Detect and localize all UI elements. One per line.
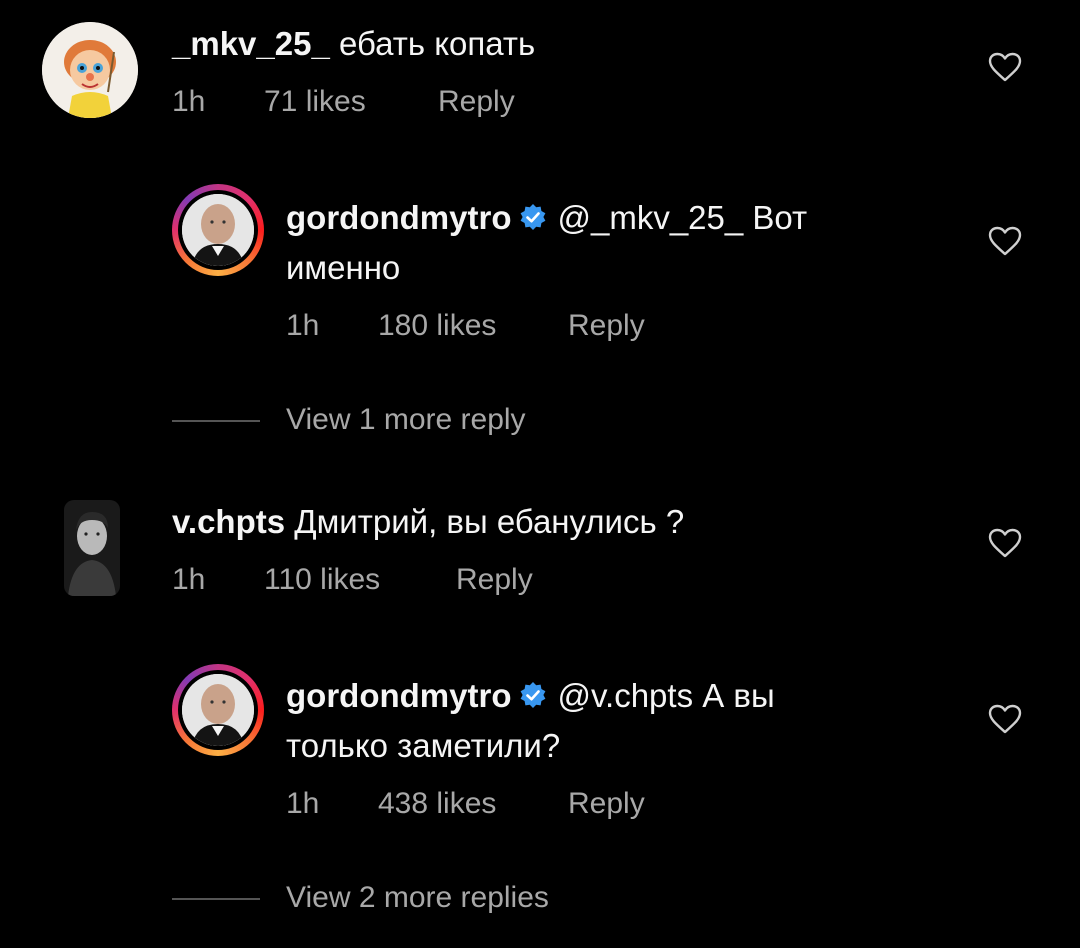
profile-photo-image: [182, 674, 254, 746]
heart-icon[interactable]: [988, 528, 1022, 558]
comment-likes[interactable]: 71 likes: [264, 82, 438, 122]
comment-text-line2: именно: [286, 249, 401, 286]
reply-button[interactable]: Reply: [568, 784, 645, 824]
comment-meta: 1h 180 likes Reply: [286, 306, 645, 346]
divider-line: [172, 420, 260, 423]
comment-time: 1h: [286, 309, 320, 342]
comment-username[interactable]: _mkv_25_: [172, 25, 330, 62]
view-more-replies-button[interactable]: View 2 more replies: [172, 878, 549, 918]
verified-badge-icon: [521, 682, 546, 709]
comment-likes[interactable]: 438 likes: [378, 784, 568, 824]
comment-text-row: _mkv_25_ ебать копать: [172, 20, 535, 68]
comment-likes[interactable]: 180 likes: [378, 306, 568, 346]
mention-link[interactable]: @v.chpts: [557, 677, 693, 714]
view-more-label: View 2 more replies: [286, 881, 549, 914]
comment-text: А вы: [702, 677, 775, 714]
comment-meta: 1h 71 likes Reply: [172, 82, 515, 122]
comment-username[interactable]: v.chpts: [172, 503, 285, 540]
comment-time: 1h: [172, 85, 206, 118]
comment-text-line2: только заметили?: [286, 727, 561, 764]
story-ring-avatar[interactable]: [172, 664, 264, 756]
comment-likes[interactable]: 110 likes: [264, 560, 456, 600]
view-more-replies-button[interactable]: View 1 more reply: [172, 400, 526, 440]
comment-text-continued: именно: [286, 244, 400, 292]
comment-username[interactable]: gordondmytro: [286, 199, 511, 236]
comment-meta: 1h 438 likes Reply: [286, 784, 645, 824]
profile-photo-image: [182, 194, 254, 266]
comment-text: Дмитрий, вы ебанулись ?: [294, 503, 685, 540]
comment-username[interactable]: gordondmytro: [286, 677, 511, 714]
avatar: [182, 194, 254, 266]
heart-icon[interactable]: [988, 226, 1022, 256]
reply-button[interactable]: Reply: [568, 306, 645, 346]
story-ring-avatar[interactable]: [172, 184, 264, 276]
comment-text-row: gordondmytro @v.chpts А вы: [286, 672, 775, 720]
verified-badge-icon: [521, 204, 546, 231]
heart-icon[interactable]: [988, 52, 1022, 82]
comment-text-continued: только заметили?: [286, 722, 560, 770]
view-more-label: View 1 more reply: [286, 403, 526, 436]
comment-text-row: v.chpts Дмитрий, вы ебанулись ?: [172, 498, 684, 546]
comment-text: Вот: [752, 199, 808, 236]
reply-button[interactable]: Reply: [456, 560, 533, 600]
comment-time: 1h: [172, 563, 206, 596]
comment-text-row: gordondmytro @_mkv_25_ Вот: [286, 194, 807, 242]
divider-line: [172, 898, 260, 901]
mention-link[interactable]: @_mkv_25_: [557, 199, 743, 236]
avatar[interactable]: [64, 500, 120, 596]
avatar[interactable]: [42, 22, 138, 118]
comment-time: 1h: [286, 787, 320, 820]
avatar: [182, 674, 254, 746]
cartoon-avatar-image: [42, 22, 138, 118]
reply-button[interactable]: Reply: [438, 82, 515, 122]
comment-meta: 1h 110 likes Reply: [172, 560, 533, 600]
comment-text: ебать копать: [339, 25, 536, 62]
profile-photo-image: [64, 500, 120, 596]
heart-icon[interactable]: [988, 704, 1022, 734]
